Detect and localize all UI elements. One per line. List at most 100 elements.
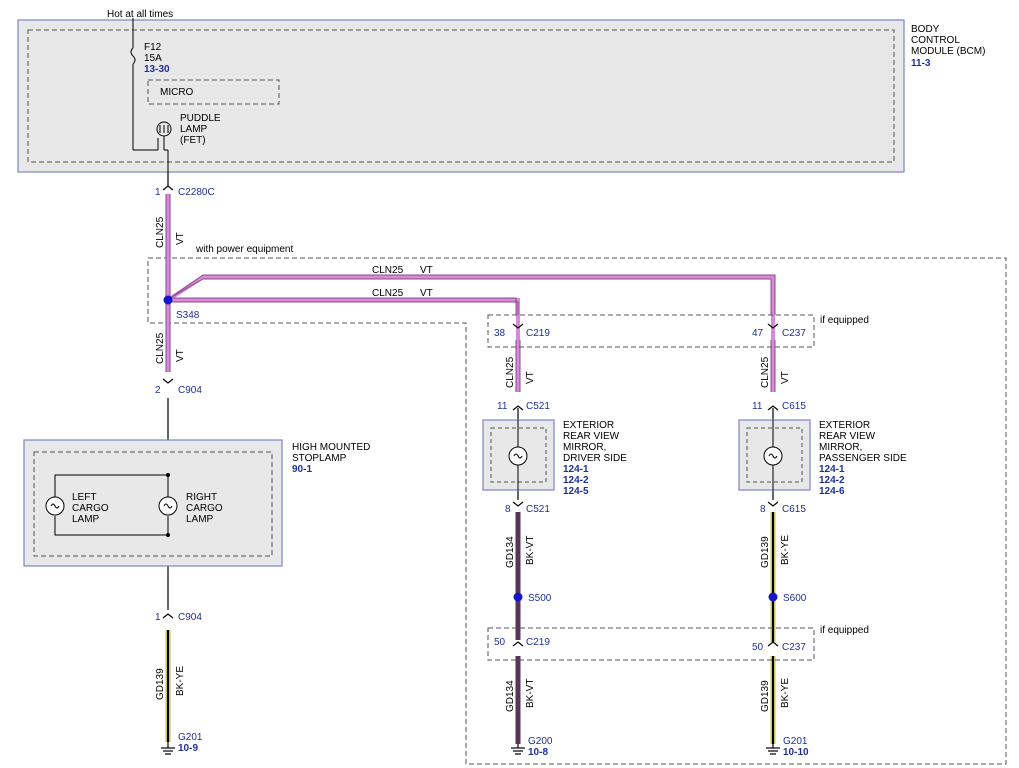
left-cargo-lamp-icon: [45, 496, 65, 516]
if-equipped-top-label: if equipped: [820, 315, 869, 326]
connector-c521-top: C521: [526, 401, 550, 412]
ground-g200-ref: 10-8: [528, 747, 548, 758]
wire-label-vt-2: VT: [175, 349, 186, 362]
pin-c615-bottom: 8: [760, 504, 766, 515]
hms-ref: 90-1: [292, 464, 312, 475]
bcm-label-3: MODULE (BCM): [911, 46, 985, 57]
pin-c521-top: 11: [497, 401, 508, 412]
hms-label-2: STOPLAMP: [292, 453, 347, 464]
mirror-driver-label-4: DRIVER SIDE: [563, 453, 627, 464]
wire-label-vt-d: VT: [525, 371, 536, 384]
pin-c219-top: 38: [494, 328, 506, 339]
ground-g201-right-ref: 10-10: [783, 747, 809, 758]
connector-chevrons: [162, 185, 779, 647]
bcm-ref: 11-3: [911, 58, 931, 69]
connector-c615-bottom: C615: [782, 504, 806, 515]
pin-c904-bottom: 1: [155, 612, 161, 623]
splice-s500: [513, 592, 523, 602]
left-cargo-lamp-label-2: CARGO: [72, 503, 109, 514]
wire-label-cln25-p: CLN25: [760, 356, 771, 388]
right-cargo-lamp-label: RIGHT: [186, 492, 217, 503]
wire-label-bkvt-2: BK-VT: [525, 679, 536, 708]
mirror-driver-label-2: REAR VIEW: [563, 431, 620, 442]
ground-g200-icon: [511, 744, 525, 755]
right-cargo-lamp-label-2: CARGO: [186, 503, 223, 514]
pin-c521-bottom: 8: [505, 504, 511, 515]
pin-c219-bottom: 50: [494, 637, 506, 648]
ground-g201-left-icon: [161, 742, 175, 755]
puddle-lamp-label-3: (FET): [180, 135, 206, 146]
wire-label-vt-mid: VT: [420, 288, 433, 299]
wire-label-bkye-1: BK-YE: [780, 535, 791, 565]
wire-label-bkye-2: BK-YE: [780, 678, 791, 708]
mirror-passenger-ref-3: 124-6: [819, 486, 845, 497]
wire-label-cln25-2: CLN25: [155, 332, 166, 364]
mirror-driver-label-3: MIRROR,: [563, 442, 606, 453]
mirror-passenger-lamp-icon: [763, 446, 783, 466]
wire-label-bkvt-1: BK-VT: [525, 536, 536, 565]
mirror-passenger-label-3: MIRROR,: [819, 442, 862, 453]
mirror-passenger-ref-2: 124-2: [819, 475, 845, 486]
pin-c615-top: 11: [752, 401, 763, 412]
wire-label-cln25-mid: CLN25: [372, 288, 404, 299]
left-cargo-lamp-label: LEFT: [72, 492, 96, 503]
connector-c521-bottom: C521: [526, 504, 550, 515]
pin-c2280c: 1: [155, 187, 161, 198]
ground-g201-left-ref: 10-9: [178, 743, 198, 754]
hms-label: HIGH MOUNTED: [292, 442, 370, 453]
micro-label: MICRO: [160, 87, 194, 98]
with-power-equipment-label: with power equipment: [195, 244, 293, 255]
splice-s600: [768, 592, 778, 602]
pin-c904-top: 2: [155, 385, 161, 396]
wire-label-bkye-left: BK-YE: [175, 666, 186, 696]
fuse-name: F12: [144, 42, 162, 53]
pin-c237-bottom: 50: [752, 642, 764, 653]
wire-label-gd134-2: GD134: [505, 680, 516, 712]
wire-label-gd139-left: GD139: [155, 668, 166, 700]
mirror-driver-label: EXTERIOR: [563, 420, 614, 431]
splice-s348: [163, 295, 173, 305]
mirror-passenger-ref-1: 124-1: [819, 464, 845, 475]
mirror-driver-ref-3: 124-5: [563, 486, 589, 497]
puddle-lamp-label: PUDDLE: [180, 113, 221, 124]
mirror-driver-lamp-icon: [508, 446, 528, 466]
connector-c904-top: C904: [178, 385, 202, 396]
wire-label-vt-p: VT: [780, 371, 791, 384]
wire-label-vt-1: VT: [175, 232, 186, 245]
connector-c237-bottom: C237: [782, 642, 806, 653]
ground-g201-left: G201: [178, 732, 203, 743]
connector-c219-bottom: C219: [526, 637, 550, 648]
wire-label-cln25-1: CLN25: [155, 216, 166, 248]
left-cargo-lamp-label-3: LAMP: [72, 514, 100, 525]
connector-c904-bottom: C904: [178, 612, 202, 623]
splice-s600-label: S600: [783, 593, 807, 604]
wire-label-cln25-top: CLN25: [372, 265, 404, 276]
vt-wires: [166, 194, 775, 392]
pin-c237-top: 47: [752, 328, 764, 339]
ground-g200: G200: [528, 736, 553, 747]
puddle-lamp-label-2: LAMP: [180, 124, 208, 135]
wire-label-cln25-d: CLN25: [505, 356, 516, 388]
ground-g201-right-icon: [766, 744, 780, 755]
mirror-passenger-label-4: PASSENGER SIDE: [819, 453, 907, 464]
connector-c219-top: C219: [526, 328, 550, 339]
bcm-label: BODY: [911, 24, 940, 35]
hot-at-all-times-label: Hot at all times: [107, 9, 173, 20]
mirror-driver-ref-1: 124-1: [563, 464, 589, 475]
wire-label-vt-top: VT: [420, 265, 433, 276]
fuse-amps: 15A: [144, 53, 162, 64]
connector-c2280c: C2280C: [178, 187, 215, 198]
if-equipped-bottom-label: if equipped: [820, 625, 869, 636]
mirror-driver-ref-2: 124-2: [563, 475, 589, 486]
wiring-diagram: Hot at all times F12 15A 13-30 MICRO PUD…: [17, 9, 1007, 765]
bcm-label-2: CONTROL: [911, 35, 960, 46]
connector-c615-top: C615: [782, 401, 806, 412]
right-cargo-lamp-label-3: LAMP: [186, 514, 214, 525]
splice-s348-label: S348: [176, 310, 200, 321]
fuse-ref: 13-30: [144, 64, 170, 75]
connector-c237-top: C237: [782, 328, 806, 339]
wire-label-gd139-1: GD139: [760, 536, 771, 568]
right-cargo-lamp-icon: [158, 496, 178, 516]
splice-s500-label: S500: [528, 593, 552, 604]
mirror-passenger-label-2: REAR VIEW: [819, 431, 876, 442]
